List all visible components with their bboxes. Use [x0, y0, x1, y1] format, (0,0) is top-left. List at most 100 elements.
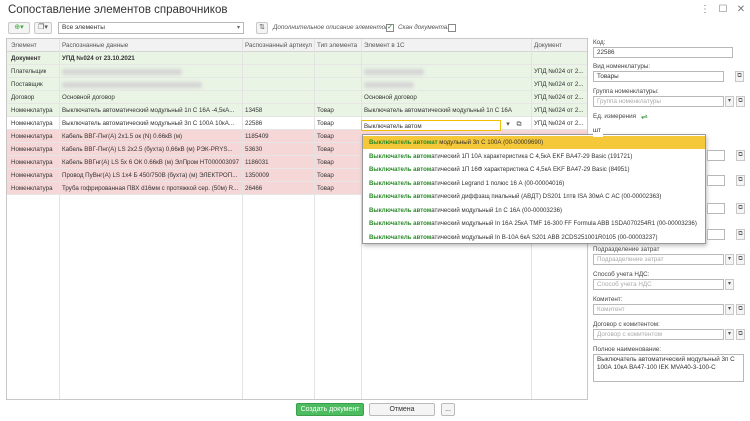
agent-label: Комитент:: [593, 296, 623, 303]
code-field[interactable]: 22586: [593, 47, 733, 58]
filter-select-value: Все элементы: [62, 24, 105, 31]
cell-element: Номенклатура: [11, 120, 53, 127]
hidden-field[interactable]: [707, 175, 725, 186]
table-row[interactable]: Договор Основной договор Основной догово…: [7, 91, 587, 104]
cell-type: Товар: [317, 146, 334, 153]
chevron-down-icon[interactable]: ▾: [725, 279, 734, 290]
open-link-icon[interactable]: ⧉: [514, 120, 524, 131]
agent-field[interactable]: Комитент: [593, 304, 724, 315]
create-document-button[interactable]: Создать документ: [296, 403, 364, 416]
link-icon[interactable]: ⇌: [641, 112, 648, 121]
open-link-icon[interactable]: ⧉: [736, 304, 745, 315]
contract-field[interactable]: Договор с комитентом: [593, 329, 724, 340]
kind-field[interactable]: Товары: [593, 71, 724, 82]
more-button[interactable]: ...: [441, 403, 455, 416]
col-document[interactable]: Документ: [534, 42, 562, 49]
open-link-icon[interactable]: ⧉: [736, 150, 745, 161]
open-link-icon[interactable]: ⧉: [736, 329, 745, 340]
hidden-field[interactable]: [707, 150, 725, 161]
cell-data: Кабель ВВГ-Пнг(А) LS 2х2.5 (бухта) 0,66к…: [62, 146, 233, 153]
cancel-button[interactable]: Отмена: [369, 403, 435, 416]
chevron-down-icon: ▾: [236, 25, 240, 31]
cell-element: Плательщик: [11, 68, 47, 75]
hidden-field[interactable]: [707, 203, 725, 214]
fullname-textarea[interactable]: Выключатель автоматический модульный 3п …: [593, 354, 744, 382]
cell-type: Товар: [317, 185, 334, 192]
cell-element: Поставщик: [11, 81, 43, 88]
table-row[interactable]: Документ УПД №024 от 23.10.2021: [7, 52, 587, 65]
open-link-icon[interactable]: ⧉: [736, 203, 745, 214]
col-recognized-data[interactable]: Распознанные данные: [62, 42, 128, 49]
cell-element: Номенклатура: [11, 107, 53, 114]
chevron-down-icon[interactable]: ▾: [725, 96, 734, 107]
cell-element: Номенклатура: [11, 133, 53, 140]
column-divider: [242, 39, 243, 399]
chevron-down-icon[interactable]: ▾: [503, 120, 513, 131]
dropdown-item[interactable]: Выключатель автоматический диффзащ пиаль…: [363, 190, 705, 203]
table-header: Элемент Распознанные данные Распознанный…: [7, 39, 587, 52]
table-row[interactable]: Номенклатура Выключатель автоматический …: [7, 104, 587, 117]
cell-element: Номенклатура: [11, 159, 53, 166]
cell-article: 13458: [245, 107, 263, 114]
cell-doc: УПД №024 от 2...: [534, 120, 584, 127]
col-element[interactable]: Элемент: [11, 42, 37, 49]
cell-element: Номенклатура: [11, 146, 53, 153]
open-link-icon[interactable]: ⧉: [736, 175, 745, 186]
dropdown-item[interactable]: Выключатель автоматический модульный 1п …: [363, 204, 705, 217]
scan-label: Скан документа:: [398, 24, 450, 31]
hidden-field[interactable]: [707, 229, 725, 240]
cell-data: Кабель ВВГ-Пнг(А) 2х1.5 ок (N) 0.66кВ (м…: [62, 133, 183, 140]
vat-field[interactable]: Способ учета НДС: [593, 279, 724, 290]
unit-label: Ед. измерения: [593, 113, 637, 120]
cell-data: Основной договор: [62, 94, 115, 101]
element-1c-input-value: Выключатель автом: [364, 122, 422, 130]
chevron-down-icon[interactable]: ▾: [725, 254, 734, 265]
col-element-type[interactable]: Тип элемента: [317, 42, 357, 49]
dropdown-item[interactable]: Выключатель автоматический 1П 10А характ…: [363, 150, 705, 163]
open-link-icon[interactable]: ⧉: [736, 254, 745, 265]
group-field[interactable]: Группа номенклатуры: [593, 96, 724, 107]
open-link-icon[interactable]: ⧉: [736, 96, 745, 107]
table-row[interactable]: Поставщик УПД №024 от 2...: [7, 78, 587, 91]
cell-article: 22586: [245, 120, 263, 127]
scan-checkbox[interactable]: [448, 24, 456, 32]
add-button[interactable]: ⊕▾: [8, 22, 30, 34]
filter-select[interactable]: Все элементы ▾: [58, 22, 244, 34]
sort-icon[interactable]: ⇅: [256, 22, 268, 34]
window-title: Сопоставление элементов справочников: [8, 4, 228, 16]
close-icon[interactable]: ✕: [734, 3, 748, 17]
open-link-icon[interactable]: ⧉: [736, 229, 745, 240]
col-recognized-article[interactable]: Распознанный артикул: [245, 42, 312, 49]
chevron-down-icon[interactable]: ▾: [725, 329, 734, 340]
additional-descriptions-label: Дополнительное описание элементов:: [273, 24, 391, 31]
redacted-data: [62, 82, 202, 88]
col-element-1c[interactable]: Элемент в 1С: [364, 42, 405, 49]
cell-type: Товар: [317, 172, 334, 179]
cell-type: Товар: [317, 107, 334, 114]
cell-article: 53630: [245, 146, 263, 153]
redacted-data: [62, 69, 182, 75]
element-1c-input[interactable]: Выключатель автом: [361, 120, 501, 131]
dropdown-item[interactable]: Выключатель автомат модульный 3п С 100А …: [363, 136, 705, 150]
dropdown-item[interactable]: Выключатель автоматический Legrand 1 пол…: [363, 177, 705, 190]
cell-elem1c: Выключатель автоматический модульный 1п …: [364, 107, 512, 114]
vat-label: Способ учета НДС:: [593, 271, 650, 278]
chevron-down-icon[interactable]: ▾: [725, 304, 734, 315]
maximize-icon[interactable]: ☐: [716, 3, 730, 17]
redacted-element: [364, 69, 424, 75]
cell-element: Номенклатура: [11, 172, 53, 179]
copy-icon[interactable]: ❐▾: [34, 22, 52, 34]
cell-data: Выключатель автоматический модульный 1п …: [62, 107, 235, 114]
cell-doc: УПД №024 от 2...: [534, 94, 584, 101]
unit-field[interactable]: шт: [593, 126, 603, 137]
dropdown-item[interactable]: Выключатель автоматический 1П 16Ф характ…: [363, 163, 705, 176]
dropdown-item[interactable]: Выключатель автоматический модульный In …: [363, 231, 705, 244]
cell-type: Товар: [317, 159, 334, 166]
dropdown-item[interactable]: Выключатель автоматический модульный In …: [363, 217, 705, 230]
open-link-icon[interactable]: ⧉: [735, 71, 744, 82]
division-field[interactable]: Подразделение затрат: [593, 254, 724, 265]
additional-descriptions-checkbox[interactable]: ✓: [386, 24, 394, 32]
table-row[interactable]: Плательщик УПД №024 от 2...: [7, 65, 587, 78]
more-icon[interactable]: ⋮: [698, 3, 712, 17]
cell-doc: УПД №024 от 2...: [534, 81, 584, 88]
